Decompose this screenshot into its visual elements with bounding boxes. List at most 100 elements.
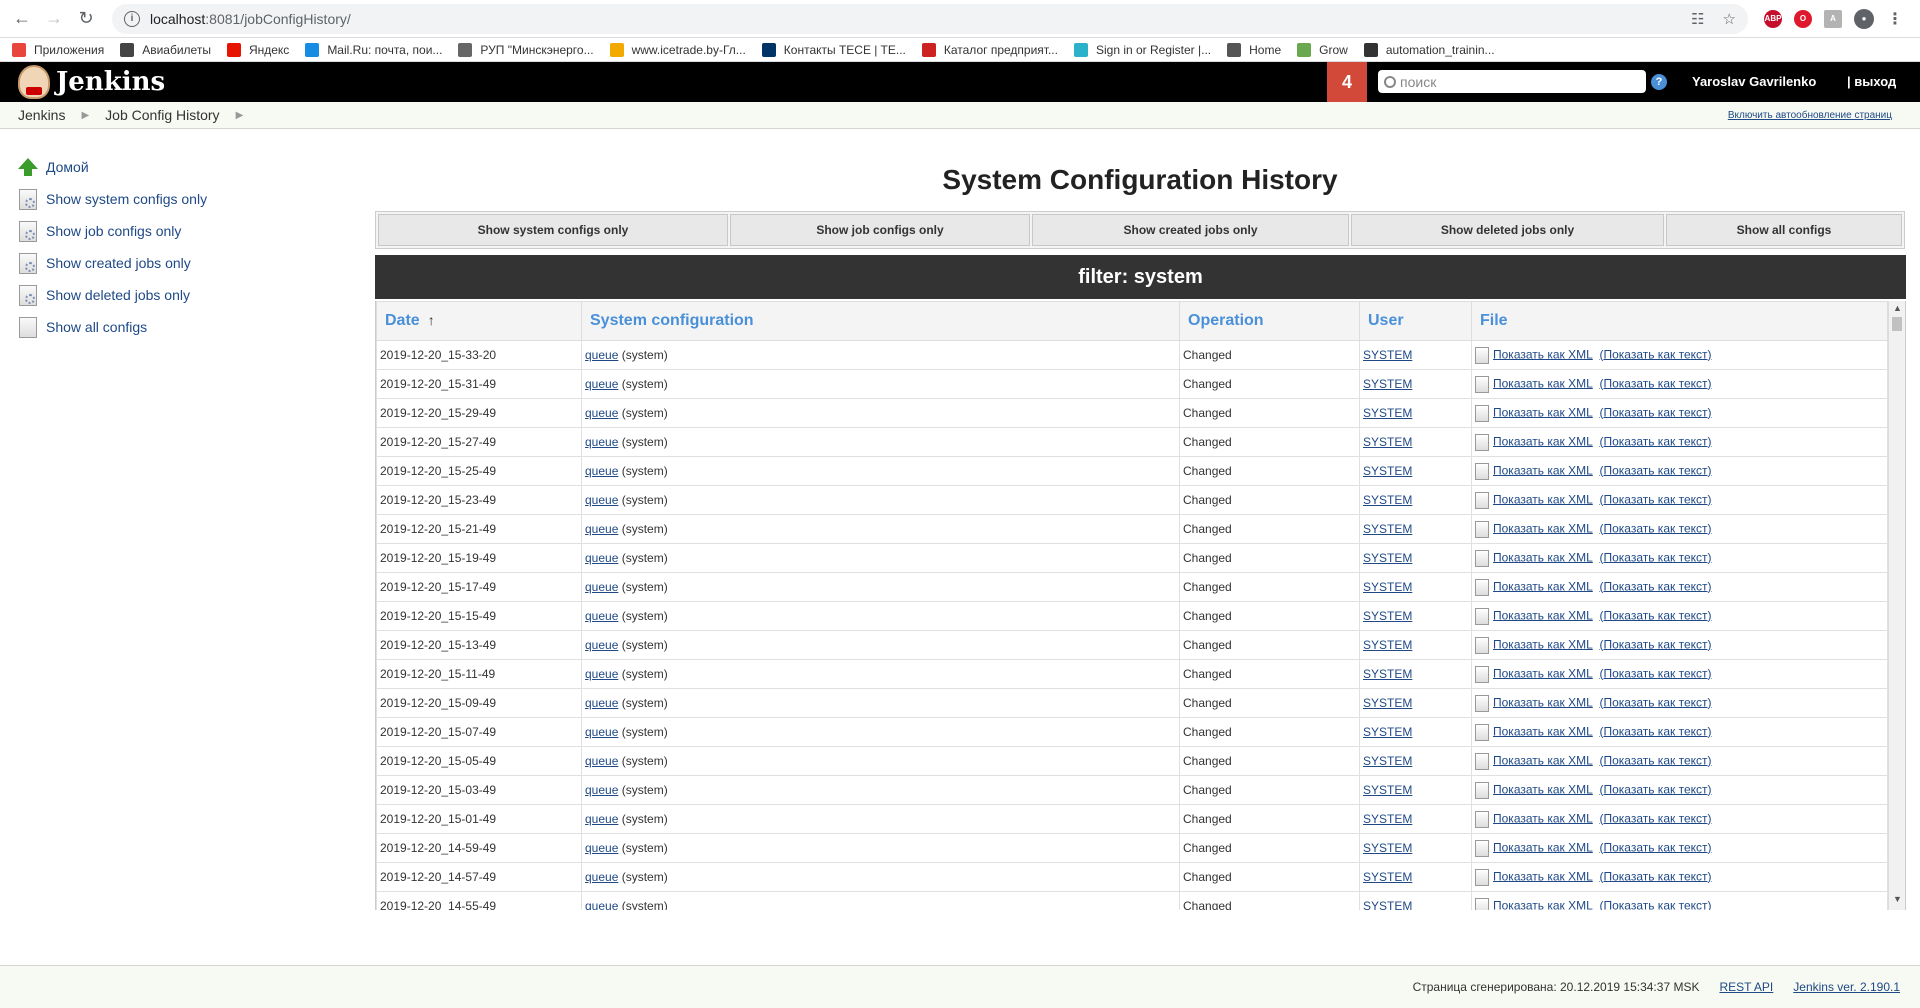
- user-link[interactable]: SYSTEM: [1363, 493, 1412, 507]
- breadcrumb-job-config-history[interactable]: Job Config History: [105, 107, 219, 123]
- rest-api-link[interactable]: REST API: [1719, 980, 1773, 994]
- task-home-label[interactable]: Домой: [46, 159, 89, 175]
- user-link[interactable]: SYSTEM: [1363, 638, 1412, 652]
- bookmark-item[interactable]: Авиабилеты: [120, 42, 211, 57]
- history-table-container[interactable]: Date ↑ System configuration Operation Use…: [375, 301, 1906, 910]
- config-link[interactable]: queue: [585, 609, 618, 623]
- search-input[interactable]: поиск: [1378, 70, 1646, 93]
- bookmark-star-icon[interactable]: ☆: [1723, 10, 1736, 28]
- task-created-jobs[interactable]: Show created jobs only: [18, 247, 318, 279]
- show-text-link[interactable]: (Показать как текст): [1599, 724, 1711, 738]
- task-all-configs[interactable]: Show all configs: [18, 311, 318, 343]
- filter-created-jobs-button[interactable]: Show created jobs only: [1032, 214, 1349, 246]
- show-text-link[interactable]: (Показать как текст): [1599, 811, 1711, 825]
- config-link[interactable]: queue: [585, 783, 618, 797]
- bookmark-item[interactable]: automation_trainin...: [1363, 42, 1495, 57]
- show-text-link[interactable]: (Показать как текст): [1599, 608, 1711, 622]
- config-link[interactable]: queue: [585, 870, 618, 884]
- scroll-up-icon[interactable]: ▲: [1889, 303, 1905, 317]
- user-link[interactable]: SYSTEM: [1363, 551, 1412, 565]
- user-link[interactable]: SYSTEM: [1363, 754, 1412, 768]
- chrome-menu-icon[interactable]: ⋮: [1886, 10, 1904, 28]
- show-xml-link[interactable]: Показать как XML: [1493, 347, 1593, 361]
- config-link[interactable]: queue: [585, 667, 618, 681]
- show-xml-link[interactable]: Показать как XML: [1493, 695, 1593, 709]
- config-link[interactable]: queue: [585, 899, 618, 910]
- show-xml-link[interactable]: Показать как XML: [1493, 434, 1593, 448]
- user-link[interactable]: SYSTEM: [1363, 870, 1412, 884]
- config-link[interactable]: queue: [585, 464, 618, 478]
- translate-icon[interactable]: ☷: [1691, 10, 1704, 28]
- config-link[interactable]: queue: [585, 580, 618, 594]
- task-system-configs[interactable]: Show system configs only: [18, 183, 318, 215]
- logout-link[interactable]: | выход: [1847, 74, 1896, 89]
- column-header-system-configuration[interactable]: System configuration: [581, 301, 1180, 341]
- show-text-link[interactable]: (Показать как текст): [1599, 637, 1711, 651]
- show-text-link[interactable]: (Показать как текст): [1599, 695, 1711, 709]
- show-xml-link[interactable]: Показать как XML: [1493, 666, 1593, 680]
- chevron-right-icon[interactable]: ▶: [236, 110, 244, 121]
- jenkins-logo[interactable]: Jenkins: [0, 65, 165, 99]
- table-scrollbar[interactable]: ▲ ▼: [1888, 301, 1905, 910]
- user-link[interactable]: SYSTEM: [1363, 841, 1412, 855]
- user-link[interactable]: SYSTEM: [1363, 725, 1412, 739]
- filter-deleted-jobs-button[interactable]: Show deleted jobs only: [1351, 214, 1664, 246]
- config-link[interactable]: queue: [585, 551, 618, 565]
- task-created-jobs-label[interactable]: Show created jobs only: [46, 255, 191, 271]
- config-link[interactable]: queue: [585, 377, 618, 391]
- adblock-icon[interactable]: ABP: [1764, 9, 1782, 28]
- opera-vpn-icon[interactable]: O: [1794, 9, 1812, 28]
- config-link[interactable]: queue: [585, 493, 618, 507]
- config-link[interactable]: queue: [585, 841, 618, 855]
- column-header-file[interactable]: File: [1471, 301, 1888, 341]
- show-xml-link[interactable]: Показать как XML: [1493, 492, 1593, 506]
- filter-system-configs-button[interactable]: Show system configs only: [378, 214, 728, 246]
- show-text-link[interactable]: (Показать как текст): [1599, 869, 1711, 883]
- show-text-link[interactable]: (Показать как текст): [1599, 492, 1711, 506]
- show-xml-link[interactable]: Показать как XML: [1493, 637, 1593, 651]
- jenkins-version-link[interactable]: Jenkins ver. 2.190.1: [1793, 980, 1900, 994]
- show-xml-link[interactable]: Показать как XML: [1493, 898, 1593, 910]
- config-link[interactable]: queue: [585, 348, 618, 362]
- show-xml-link[interactable]: Показать как XML: [1493, 521, 1593, 535]
- bookmark-item[interactable]: Контакты TECE | TE...: [761, 42, 906, 57]
- scroll-down-icon[interactable]: ▼: [1889, 894, 1905, 908]
- forward-arrow-icon[interactable]: →: [40, 5, 68, 33]
- reload-icon[interactable]: ↻: [72, 5, 100, 33]
- user-name-link[interactable]: Yaroslav Gavrilenko: [1692, 74, 1816, 89]
- show-text-link[interactable]: (Показать как текст): [1599, 898, 1711, 910]
- show-xml-link[interactable]: Показать как XML: [1493, 608, 1593, 622]
- show-text-link[interactable]: (Показать как текст): [1599, 666, 1711, 680]
- user-link[interactable]: SYSTEM: [1363, 435, 1412, 449]
- user-link[interactable]: SYSTEM: [1363, 377, 1412, 391]
- show-xml-link[interactable]: Показать как XML: [1493, 376, 1593, 390]
- filter-all-configs-button[interactable]: Show all configs: [1666, 214, 1902, 246]
- show-xml-link[interactable]: Показать как XML: [1493, 463, 1593, 477]
- back-arrow-icon[interactable]: ←: [8, 5, 36, 33]
- column-header-user[interactable]: User: [1359, 301, 1472, 341]
- show-text-link[interactable]: (Показать как текст): [1599, 550, 1711, 564]
- config-link[interactable]: queue: [585, 435, 618, 449]
- config-link[interactable]: queue: [585, 406, 618, 420]
- pdf-extension-icon[interactable]: A: [1824, 9, 1842, 28]
- show-text-link[interactable]: (Показать как текст): [1599, 463, 1711, 477]
- bookmark-item[interactable]: Grow: [1297, 42, 1348, 57]
- user-link[interactable]: SYSTEM: [1363, 899, 1412, 910]
- show-text-link[interactable]: (Показать как текст): [1599, 347, 1711, 361]
- breadcrumb-jenkins[interactable]: Jenkins: [18, 107, 65, 123]
- show-text-link[interactable]: (Показать как текст): [1599, 782, 1711, 796]
- show-xml-link[interactable]: Показать как XML: [1493, 782, 1593, 796]
- config-link[interactable]: queue: [585, 725, 618, 739]
- show-text-link[interactable]: (Показать как текст): [1599, 579, 1711, 593]
- user-link[interactable]: SYSTEM: [1363, 609, 1412, 623]
- bookmark-item[interactable]: Яндекс: [226, 42, 289, 57]
- profile-avatar-icon[interactable]: ●: [1854, 8, 1874, 29]
- task-all-configs-label[interactable]: Show all configs: [46, 319, 147, 335]
- show-xml-link[interactable]: Показать как XML: [1493, 840, 1593, 854]
- user-link[interactable]: SYSTEM: [1363, 696, 1412, 710]
- bookmark-item[interactable]: РУП "Минскэнерго...: [458, 42, 594, 57]
- bookmark-item[interactable]: Home: [1227, 42, 1281, 57]
- config-link[interactable]: queue: [585, 812, 618, 826]
- show-xml-link[interactable]: Показать как XML: [1493, 753, 1593, 767]
- config-link[interactable]: queue: [585, 754, 618, 768]
